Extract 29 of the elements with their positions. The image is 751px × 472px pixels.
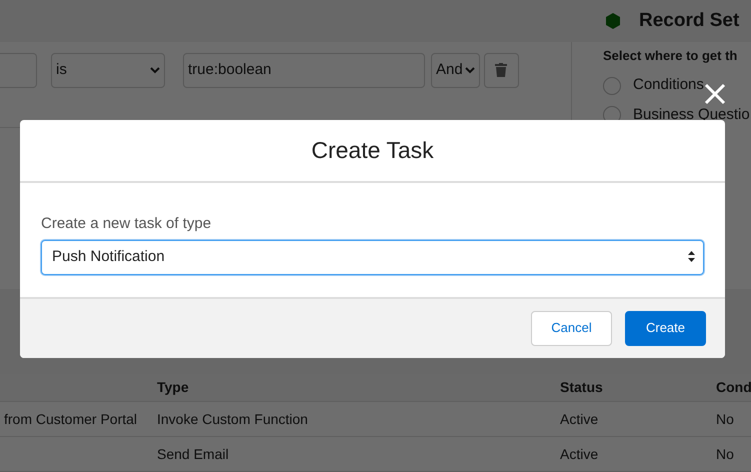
table-cell: Active <box>560 446 598 462</box>
cancel-button[interactable]: Cancel <box>531 310 612 346</box>
hexagon-icon <box>605 12 621 29</box>
radio-button[interactable] <box>603 76 621 95</box>
value-field[interactable]: true:boolean <box>183 52 425 88</box>
table-cell: Active <box>560 410 598 427</box>
dialog-title: Create Task <box>20 120 725 183</box>
field-label: Create a new task of type <box>41 214 212 234</box>
delete-button[interactable] <box>484 52 519 88</box>
caret-icon <box>464 66 475 74</box>
close-button[interactable] <box>703 82 727 106</box>
spinner-arrows-icon <box>688 251 695 262</box>
create-button[interactable]: Create <box>625 310 706 346</box>
join-select[interactable]: And <box>431 52 480 88</box>
table-cell: No <box>716 410 734 427</box>
table-cell: Invoke Custom Function <box>157 410 308 427</box>
operator-select[interactable]: is <box>51 52 165 88</box>
caret-icon <box>150 66 160 74</box>
trash-icon <box>495 63 508 78</box>
source-prompt: Select where to get th <box>603 46 738 65</box>
column-header: Type <box>157 379 189 396</box>
column-header: Cond <box>716 379 751 396</box>
radio-option[interactable]: Conditions <box>603 74 751 97</box>
task-type-select[interactable]: Push Notification <box>41 240 704 274</box>
column-header: Status <box>560 379 603 396</box>
table-cell: Send Email <box>157 446 229 462</box>
table-cell: from Customer Portal <box>4 410 138 427</box>
panel-title: Record Set <box>639 8 740 33</box>
table-cell: No <box>716 446 734 462</box>
